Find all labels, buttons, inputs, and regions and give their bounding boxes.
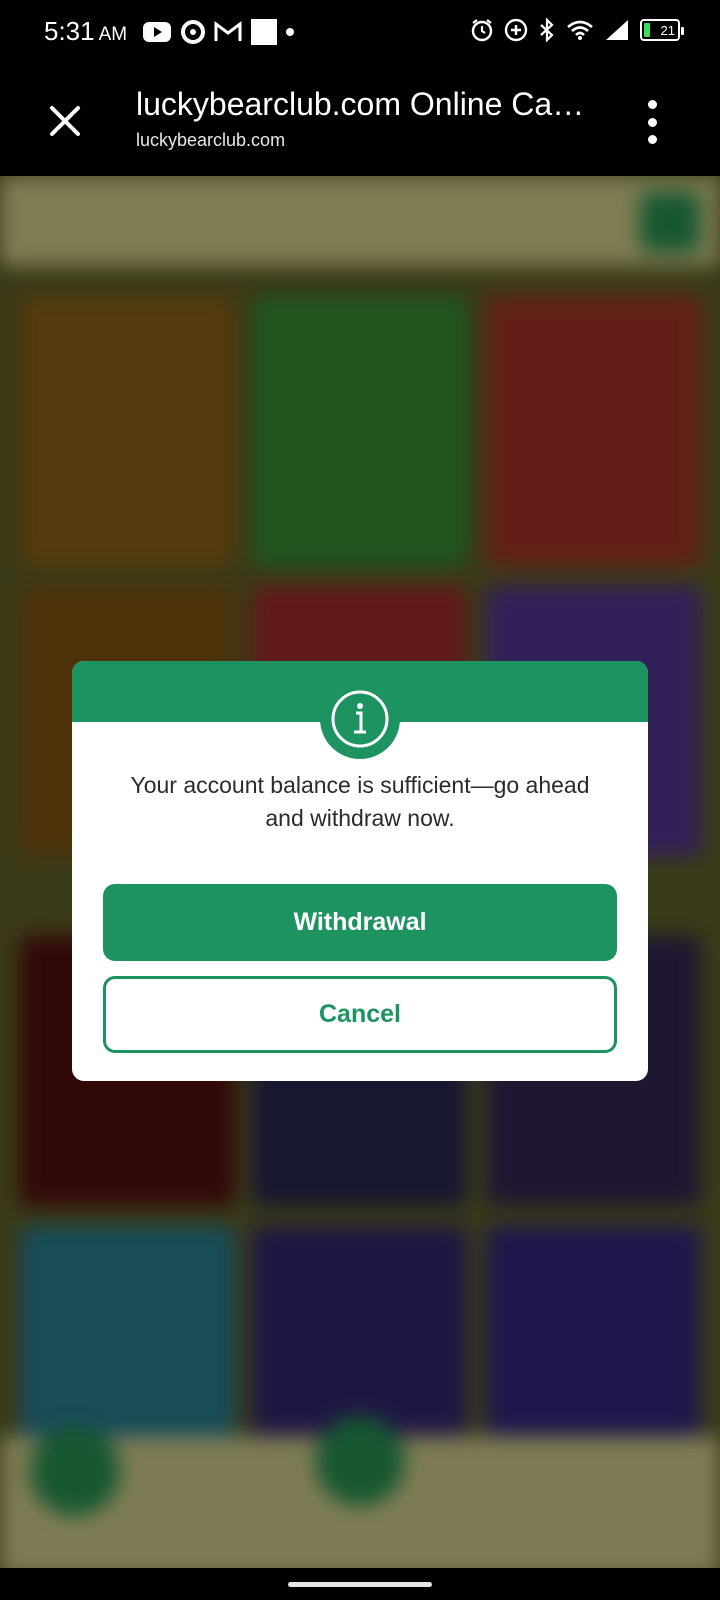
page-title: luckybearclub.com Online Ca… xyxy=(136,86,585,122)
notification-icons xyxy=(142,19,294,45)
withdrawal-button[interactable]: Withdrawal xyxy=(103,884,617,961)
status-bar: 5:31 AM 21 xyxy=(0,0,720,66)
system-icons: 21 xyxy=(470,18,684,42)
alarm-icon xyxy=(471,19,493,42)
youtube-icon xyxy=(143,22,171,42)
dialog-message: Your account balance is sufficient—go ah… xyxy=(130,772,590,831)
home-gesture-handle[interactable] xyxy=(288,1582,432,1587)
overflow-menu-icon[interactable] xyxy=(646,100,658,144)
close-icon[interactable] xyxy=(40,96,90,146)
info-icon xyxy=(320,679,400,759)
cell-signal-icon xyxy=(606,20,628,40)
clock: 5:31 AM xyxy=(44,16,128,46)
data-saver-icon xyxy=(504,18,528,42)
withdraw-dialog: Your account balance is sufficient—go ah… xyxy=(72,661,648,1081)
navigation-bar xyxy=(0,1568,720,1600)
wifi-icon xyxy=(567,20,593,40)
gmail-icon xyxy=(214,21,242,41)
page-url: luckybearclub.com xyxy=(136,130,286,150)
battery-icon: 21 xyxy=(640,19,684,41)
cancel-button[interactable]: Cancel xyxy=(103,976,617,1053)
chrome-icon xyxy=(181,20,205,44)
bluetooth-icon xyxy=(540,18,554,42)
browser-toolbar: luckybearclub.com Online Ca… luckybearcl… xyxy=(0,66,720,176)
more-notifications-dot xyxy=(286,28,294,36)
image-notification-icon xyxy=(251,19,277,45)
